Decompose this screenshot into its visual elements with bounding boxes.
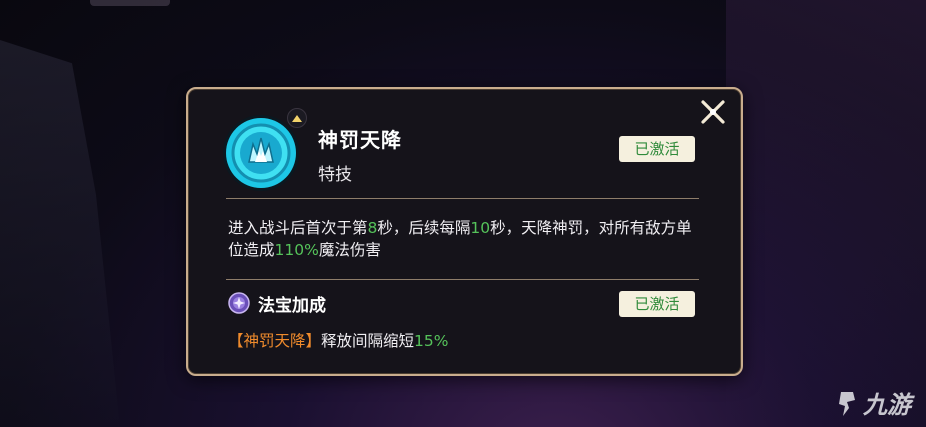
fabao-effect: 【神罚天降】释放间隔缩短15% <box>228 329 448 351</box>
fabao-status-badge: 已激活 <box>619 291 695 317</box>
desc-text: 秒，后续每隔 <box>377 219 471 237</box>
close-button[interactable] <box>699 98 727 126</box>
upgrade-arrow-icon <box>287 108 307 128</box>
fabao-bonus-title: 法宝加成 <box>258 296 326 316</box>
treasure-orb-icon <box>228 292 250 314</box>
skill-description: 进入战斗后首次于第8秒，后续每隔10秒，天降神罚，对所有敌方单位造成110%魔法… <box>228 217 698 261</box>
close-icon <box>701 100 725 124</box>
background-glow <box>726 0 926 427</box>
jiuyou-logo-icon <box>839 391 855 416</box>
skill-type: 特技 <box>318 165 352 185</box>
desc-value: 8 <box>367 219 378 237</box>
effect-target: 【神罚天降】 <box>228 332 322 350</box>
effect-text: 释放间隔缩短 <box>321 332 415 350</box>
desc-value: 110% <box>274 241 319 259</box>
skill-name: 神罚天降 <box>318 128 402 152</box>
desc-value: 10 <box>470 219 491 237</box>
watermark: 九游 <box>835 385 911 420</box>
lightning-burst-icon <box>222 114 300 192</box>
divider <box>226 198 699 199</box>
background-cliff <box>0 40 120 427</box>
desc-text: 魔法伤害 <box>318 241 381 259</box>
background-top-strip <box>90 0 170 6</box>
watermark-text: 九游 <box>863 391 911 419</box>
effect-value: 15% <box>414 332 449 350</box>
skill-status-badge: 已激活 <box>619 136 695 162</box>
desc-text: 进入战斗后首次于第 <box>228 219 368 237</box>
divider <box>226 279 699 280</box>
